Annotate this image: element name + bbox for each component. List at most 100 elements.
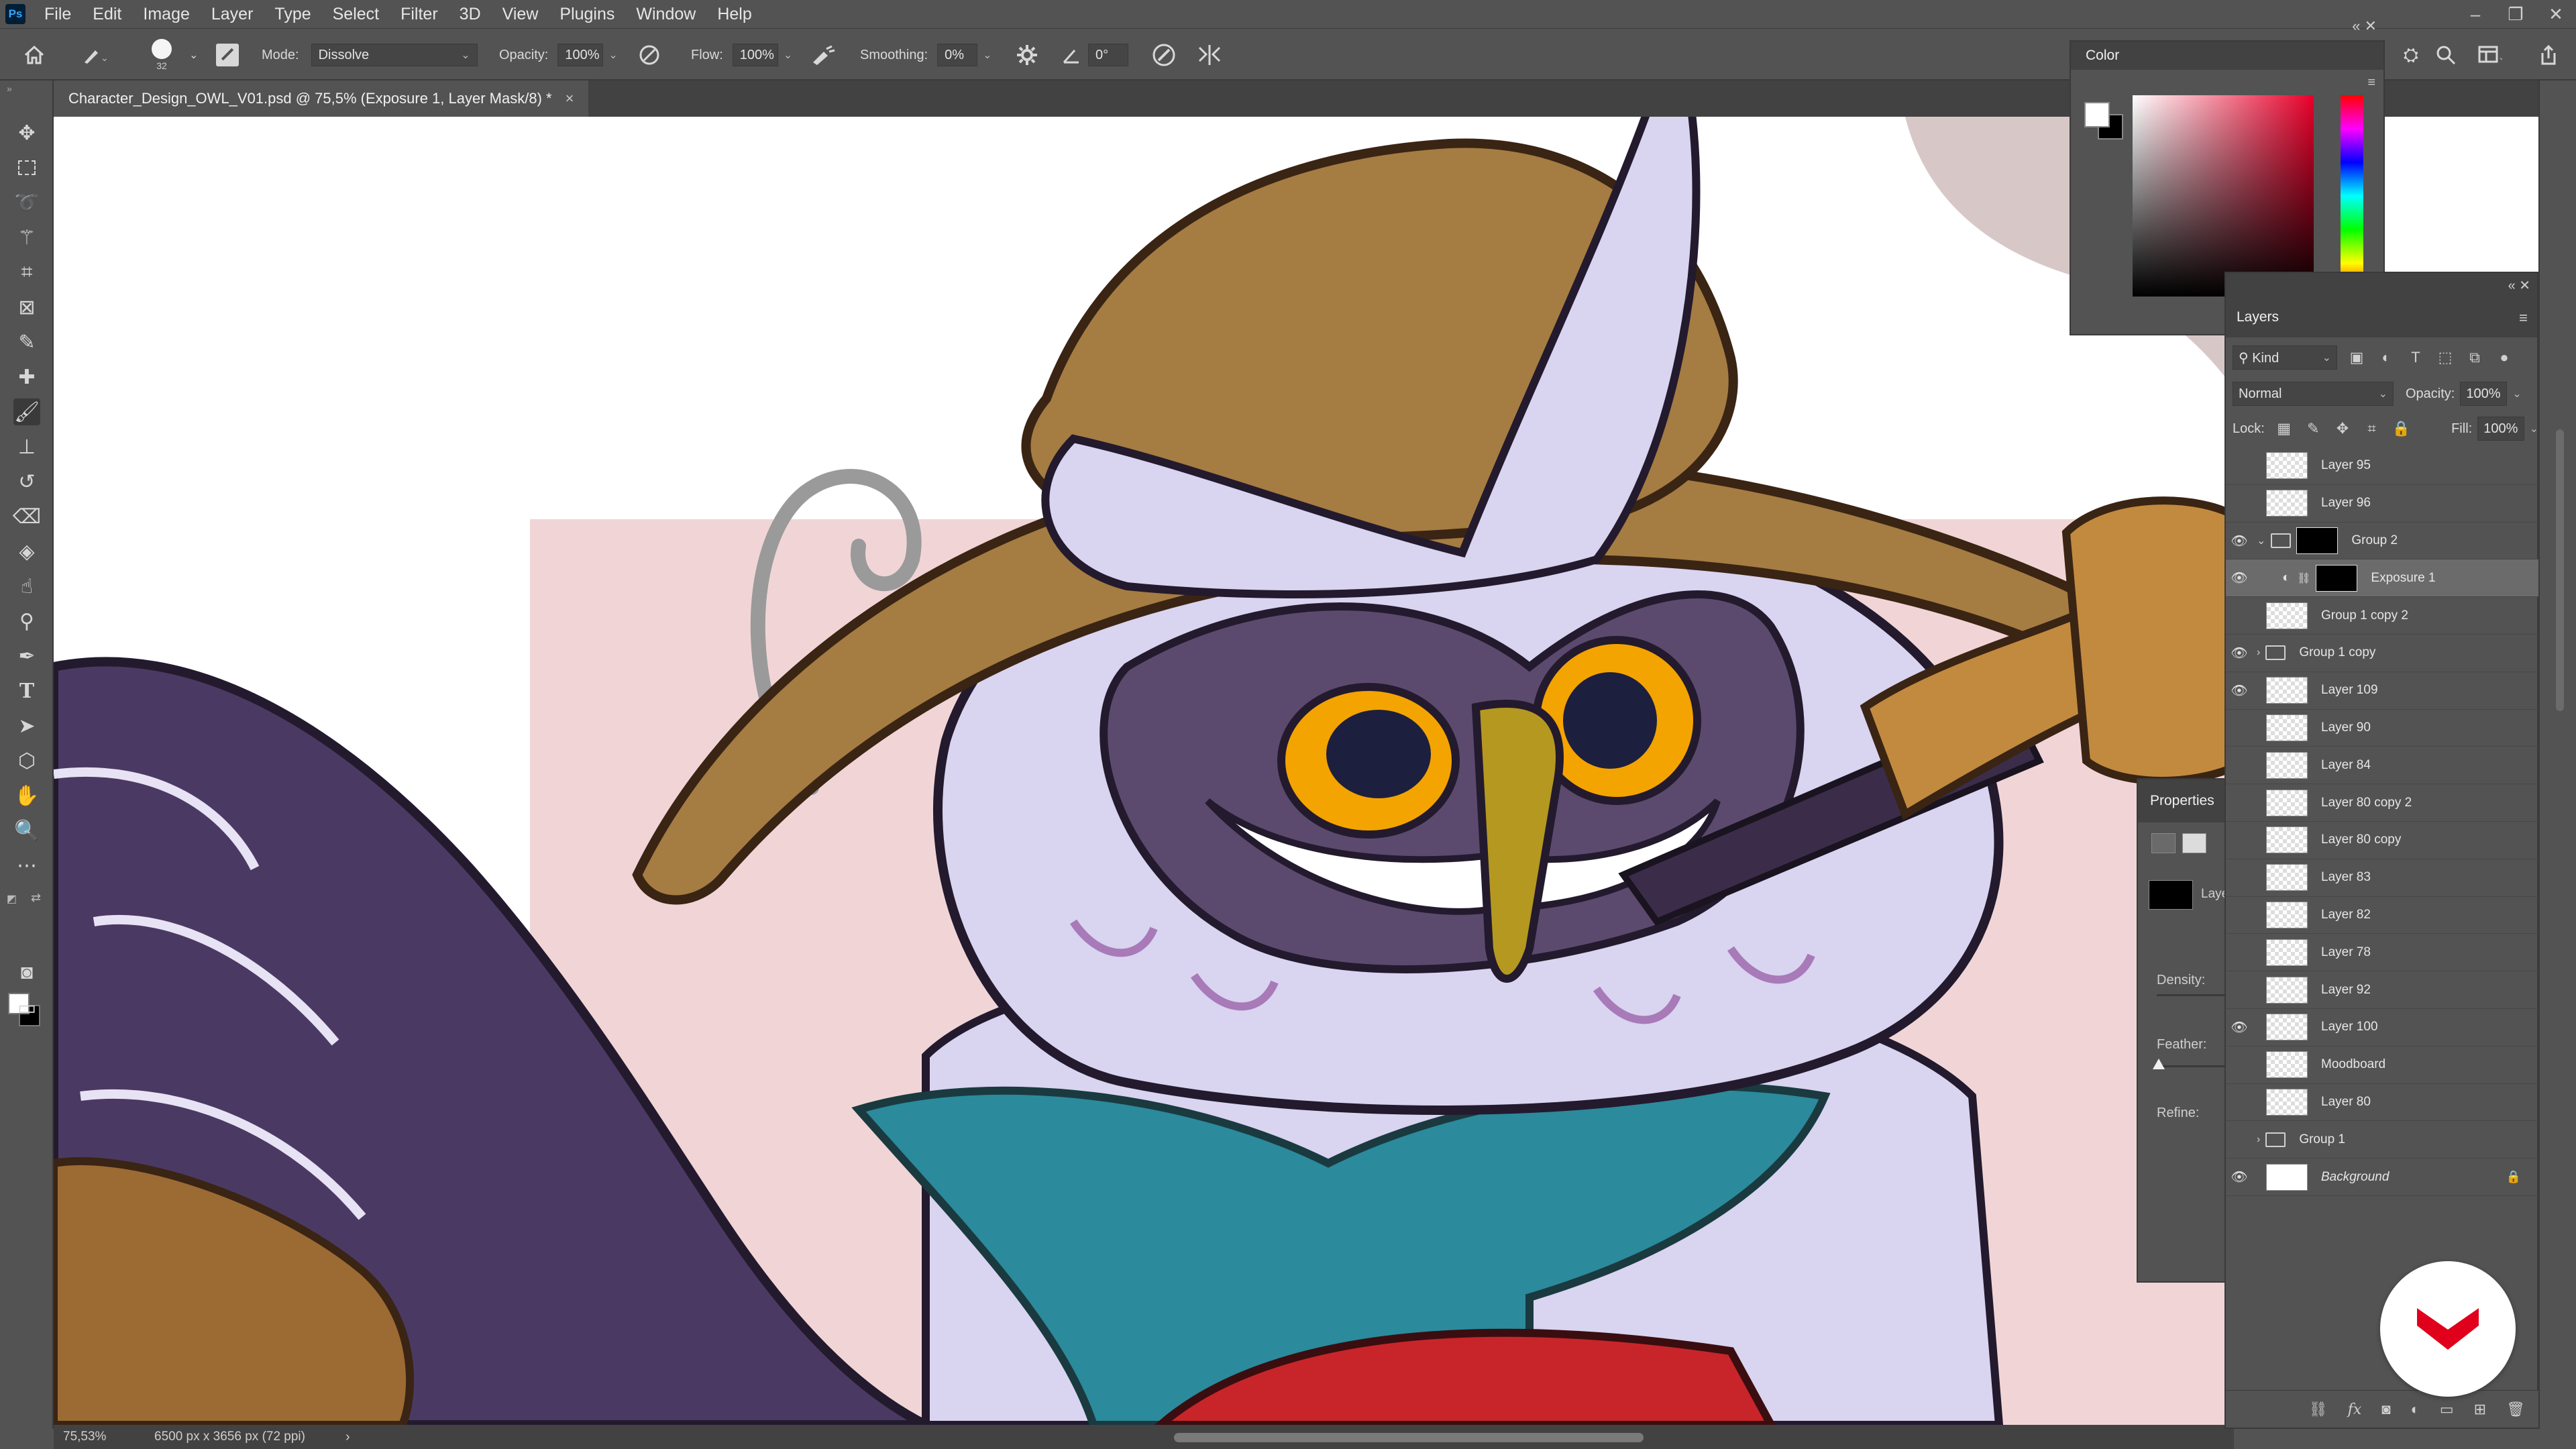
visibility-eye-icon[interactable]: 👁 bbox=[2226, 672, 2253, 709]
lock-position-icon[interactable]: ✥ bbox=[2332, 419, 2353, 439]
layer-filter-select[interactable]: ⚲ Kind ⌄ bbox=[2233, 345, 2337, 370]
visibility-eye-icon[interactable] bbox=[2226, 934, 2253, 971]
airbrush-icon[interactable] bbox=[810, 29, 836, 81]
pen-tool-icon[interactable]: ✒ bbox=[13, 643, 40, 669]
delete-layer-icon[interactable]: 🗑 bbox=[2506, 1401, 2525, 1418]
visibility-eye-icon[interactable] bbox=[2226, 1046, 2253, 1083]
layers-panel-menu-icon[interactable]: ≡ bbox=[2519, 309, 2528, 327]
brush-picker-chevron-icon[interactable]: ⌄ bbox=[189, 29, 198, 81]
horizontal-scrollbar[interactable] bbox=[1174, 1433, 1644, 1442]
layer-row[interactable]: 👁 ⌄ Group 2 bbox=[2226, 523, 2538, 560]
color-panel-foreground-swatch[interactable] bbox=[2084, 102, 2110, 127]
paint-bucket-tool-icon[interactable]: ◈ bbox=[13, 538, 40, 565]
menu-select[interactable]: Select bbox=[333, 5, 379, 24]
floating-app-badge[interactable] bbox=[2380, 1261, 2516, 1397]
group-mask-thumbnail[interactable] bbox=[2296, 527, 2339, 554]
layer-row[interactable]: Layer 80 copy bbox=[2226, 822, 2538, 859]
layer-row[interactable]: Layer 95 bbox=[2226, 447, 2538, 485]
add-mask-icon[interactable]: ◙ bbox=[2381, 1401, 2390, 1418]
pressure-opacity-icon[interactable] bbox=[637, 29, 661, 81]
opacity-input[interactable]: 100% bbox=[557, 44, 604, 66]
color-panel-menu-icon[interactable]: ≡ bbox=[2367, 75, 2375, 91]
menu-layer[interactable]: Layer bbox=[211, 5, 254, 24]
magic-wand-tool-icon[interactable]: ⚚ bbox=[13, 224, 40, 251]
lasso-tool-icon[interactable]: ➰ bbox=[13, 189, 40, 216]
menu-file[interactable]: File bbox=[44, 5, 71, 24]
brush-tool-icon[interactable]: 🖌 bbox=[13, 398, 40, 425]
layer-mask-thumbnail[interactable] bbox=[2316, 564, 2358, 592]
layer-row[interactable]: 👁 Layer 109 bbox=[2226, 672, 2538, 710]
lock-pixels-icon[interactable]: ✎ bbox=[2303, 419, 2323, 439]
filter-type-icon[interactable]: T bbox=[2406, 347, 2426, 368]
smoothing-chevron-icon[interactable]: ⌄ bbox=[983, 48, 991, 62]
layer-row[interactable]: 👁 › Group 1 copy bbox=[2226, 635, 2538, 672]
layers-panel-collapse-icon[interactable]: « ✕ bbox=[2508, 277, 2530, 294]
layer-row[interactable]: Layer 84 bbox=[2226, 747, 2538, 785]
menu-view[interactable]: View bbox=[502, 5, 539, 24]
layer-opacity-input[interactable]: 100% bbox=[2460, 382, 2508, 406]
smoothing-input[interactable]: 0% bbox=[937, 44, 978, 66]
zoom-level[interactable]: 75,53% bbox=[54, 1430, 114, 1444]
menu-window[interactable]: Window bbox=[636, 5, 696, 24]
visibility-eye-icon[interactable]: 👁 bbox=[2226, 635, 2253, 672]
status-info-arrow-icon[interactable]: › bbox=[345, 1430, 350, 1445]
shape-tool-icon[interactable]: ⬡ bbox=[13, 747, 40, 774]
share-icon[interactable]: ⛭ bbox=[2398, 29, 2424, 81]
layer-style-icon[interactable]: fx bbox=[2348, 1401, 2362, 1418]
flow-input[interactable]: 100% bbox=[732, 44, 778, 66]
fill-input[interactable]: 100% bbox=[2477, 417, 2524, 441]
marquee-tool-icon[interactable] bbox=[13, 154, 40, 181]
color-panel-collapse-icon[interactable]: « ✕ bbox=[2352, 17, 2377, 35]
visibility-eye-icon[interactable] bbox=[2226, 896, 2253, 933]
visibility-eye-icon[interactable] bbox=[2226, 859, 2253, 896]
healing-brush-tool-icon[interactable]: ✚ bbox=[13, 364, 40, 390]
layer-row[interactable]: Layer 83 bbox=[2226, 859, 2538, 897]
layer-opacity-chevron-icon[interactable]: ⌄ bbox=[2512, 387, 2521, 400]
vector-mask-icon[interactable] bbox=[2182, 833, 2206, 853]
link-layers-icon[interactable]: ⛓ bbox=[2309, 1401, 2328, 1418]
menu-plugins[interactable]: Plugins bbox=[559, 5, 614, 24]
layers-vertical-scrollbar[interactable] bbox=[2556, 429, 2564, 711]
fill-chevron-icon[interactable]: ⌄ bbox=[2530, 422, 2538, 435]
eyedropper-tool-icon[interactable]: ✎ bbox=[13, 329, 40, 356]
lock-all-icon[interactable]: 🔒 bbox=[2391, 419, 2411, 439]
frame-tool-icon[interactable]: ⊠ bbox=[13, 294, 40, 321]
smudge-tool-icon[interactable]: ☝ bbox=[13, 573, 40, 600]
close-window-icon[interactable]: ✕ bbox=[2536, 0, 2576, 28]
layer-row[interactable]: Layer 96 bbox=[2226, 485, 2538, 523]
layer-row[interactable]: Layer 92 bbox=[2226, 971, 2538, 1009]
adjustment-layer-icon[interactable]: ◐ bbox=[2411, 1401, 2420, 1418]
new-group-icon[interactable]: ▭ bbox=[2440, 1401, 2454, 1418]
pressure-size-icon[interactable] bbox=[1151, 29, 1177, 81]
type-tool-icon[interactable]: T bbox=[13, 678, 40, 704]
visibility-eye-icon[interactable]: 👁 bbox=[2226, 1009, 2253, 1046]
visibility-eye-icon[interactable] bbox=[2226, 485, 2253, 522]
menu-3d[interactable]: 3D bbox=[460, 5, 481, 24]
visibility-eye-icon[interactable] bbox=[2226, 784, 2253, 821]
screen-mode-icon[interactable]: ▭ bbox=[13, 994, 40, 1021]
feather-slider-handle[interactable] bbox=[2153, 1059, 2165, 1069]
swap-colors-icon[interactable]: ⇄ bbox=[31, 891, 41, 905]
edit-toolbar-icon[interactable]: ⋯ bbox=[13, 852, 40, 879]
symmetry-icon[interactable] bbox=[1197, 29, 1222, 81]
default-colors-icon[interactable]: ◩ bbox=[7, 892, 17, 906]
layer-row[interactable]: 👁 ◐ ⛓ Exposure 1 bbox=[2226, 559, 2538, 598]
brush-settings-toggle-icon[interactable] bbox=[216, 29, 239, 81]
layer-row[interactable]: Layer 78 bbox=[2226, 934, 2538, 972]
menu-help[interactable]: Help bbox=[717, 5, 751, 24]
document-tab[interactable]: Character_Design_OWL_V01.psd @ 75,5% (Ex… bbox=[54, 80, 589, 117]
workspace-switcher-icon[interactable]: ⌄ bbox=[2478, 29, 2502, 81]
visibility-eye-icon[interactable] bbox=[2226, 1083, 2253, 1120]
brush-size-picker[interactable]: 32 bbox=[152, 29, 172, 81]
filter-pixel-icon[interactable]: ▣ bbox=[2347, 347, 2367, 368]
lock-artboard-icon[interactable]: ⌗ bbox=[2362, 419, 2382, 439]
visibility-eye-icon[interactable] bbox=[2226, 447, 2253, 484]
filter-toggle-icon[interactable]: ● bbox=[2494, 347, 2514, 368]
angle-input[interactable]: 0° bbox=[1088, 44, 1128, 66]
restore-icon[interactable]: ❐ bbox=[2496, 0, 2536, 28]
close-document-icon[interactable]: × bbox=[566, 90, 574, 107]
filter-smart-object-icon[interactable]: ⧉ bbox=[2465, 347, 2485, 368]
visibility-eye-icon[interactable] bbox=[2226, 971, 2253, 1008]
layer-row[interactable]: Group 1 copy 2 bbox=[2226, 597, 2538, 635]
clone-stamp-tool-icon[interactable]: ⊥ bbox=[13, 433, 40, 460]
